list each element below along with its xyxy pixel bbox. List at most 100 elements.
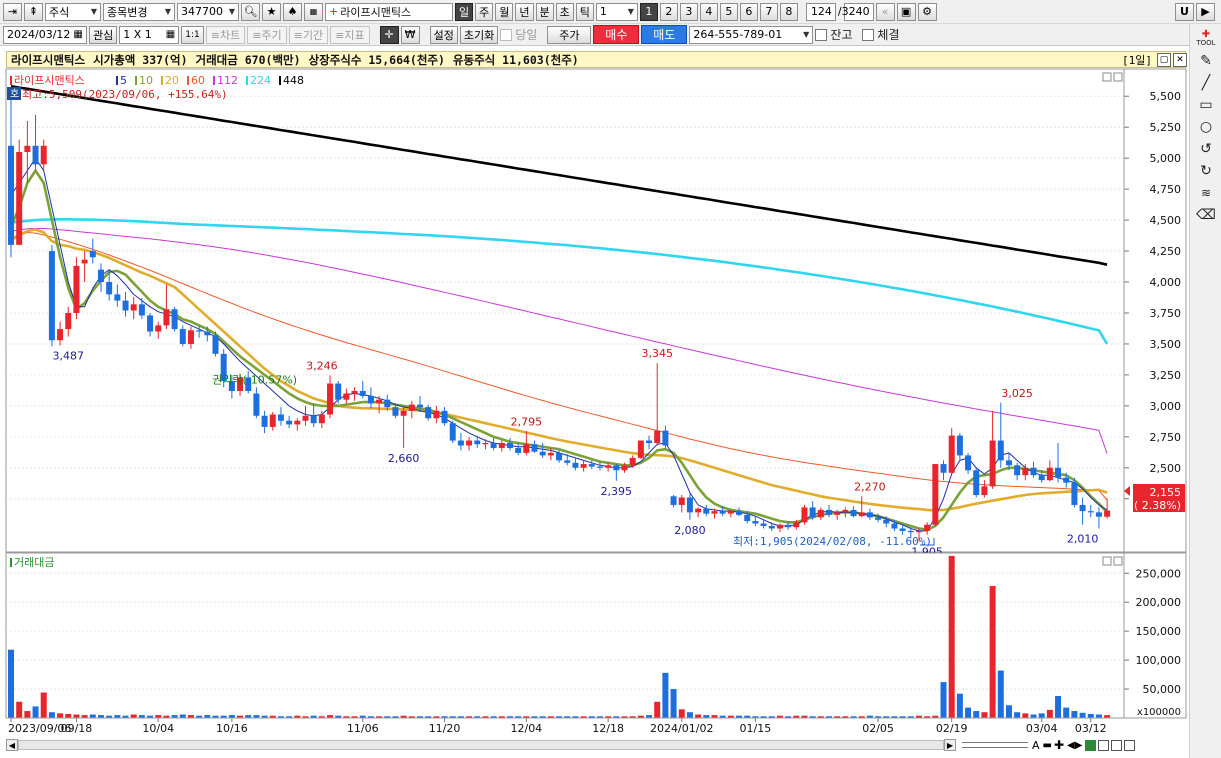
date-tick-label: 2024/01/02: [650, 722, 713, 735]
price-tick-label: 2,750: [1150, 431, 1182, 444]
current-price-change: ( 2.38%): [1134, 499, 1181, 512]
candle-body: [785, 524, 792, 528]
price-annotation: 2,660: [388, 452, 420, 465]
candlestick: [48, 244, 55, 347]
price-annotation: 2,395: [601, 485, 633, 498]
scroll-left-icon[interactable]: ◀: [6, 739, 18, 751]
candle-body: [114, 294, 121, 301]
price-tick-label: 3,000: [1150, 400, 1182, 413]
price-tick-label: 4,000: [1150, 276, 1182, 289]
candle-body: [564, 460, 571, 463]
volume-bar: [73, 714, 80, 718]
volume-bar: [1095, 714, 1102, 718]
legend-swatch: [116, 76, 118, 85]
zoom-in-icon[interactable]: ✚: [1054, 738, 1064, 752]
zoom-out-icon[interactable]: ▬: [1043, 740, 1052, 751]
horizontal-scrollbar[interactable]: ◀ ▶ A ▬ ✚ ◀ ▶: [6, 738, 1186, 752]
candle-body: [596, 466, 603, 468]
volume-bar: [940, 682, 947, 718]
candle-body: [482, 443, 489, 445]
candle-body: [613, 465, 620, 471]
step-left-icon[interactable]: ◀: [1067, 740, 1075, 751]
circle-tool-icon[interactable]: ○: [1197, 118, 1215, 136]
candlestick: [801, 504, 808, 525]
current-price-tag: 2,155 ( 2.38%): [1124, 484, 1185, 512]
save-chart-icon[interactable]: [1098, 739, 1110, 751]
line-tool-icon[interactable]: ╱: [1197, 74, 1215, 92]
candle-body: [1063, 477, 1070, 483]
volume-legend-label: 거래대금: [14, 556, 54, 569]
candle-body: [842, 509, 849, 513]
volume-tick-label: 250,000: [1136, 567, 1182, 580]
candle-body: [24, 145, 31, 152]
scroll-right-icon[interactable]: ▶: [944, 739, 956, 751]
price-annotation: 2,080: [674, 524, 706, 537]
candle-body: [834, 512, 841, 515]
candle-body: [646, 440, 653, 444]
date-tick-label: 03/04: [1026, 722, 1058, 735]
info-badge-text: 호: [10, 88, 19, 100]
candle-body: [1079, 504, 1086, 512]
fibonacci-tool-icon[interactable]: ≋: [1197, 184, 1215, 202]
candle-body: [801, 507, 808, 523]
tool-label: ✚ TOOL: [1194, 30, 1218, 48]
candle-body: [506, 443, 513, 448]
candle-body: [212, 335, 219, 354]
eraser-icon[interactable]: ⌫: [1196, 206, 1216, 224]
print-icon[interactable]: [1111, 739, 1123, 751]
volume-tick-label: 100,000: [1136, 654, 1182, 667]
candle-body: [457, 440, 464, 446]
expand-icon[interactable]: [1124, 739, 1136, 751]
scroll-track[interactable]: [18, 740, 944, 750]
candle-body: [359, 391, 366, 396]
pencil-icon[interactable]: ✎: [1197, 52, 1215, 70]
redo-icon[interactable]: ↻: [1197, 162, 1215, 180]
candle-body: [73, 265, 80, 313]
candle-body: [670, 496, 677, 505]
candle-body: [171, 309, 178, 330]
candle-body: [981, 486, 988, 496]
price-tick-label: 4,500: [1150, 214, 1182, 227]
volume-bar: [981, 712, 988, 718]
chart-canvas[interactable]: 3,487 3,246 권리락(-10.57%) 2,660 2,795 2,395 3,3…: [0, 0, 1189, 758]
date-tick-label: 01/15: [740, 722, 772, 735]
step-right-icon[interactable]: ▶: [1075, 740, 1083, 751]
price-annotation: 2,010: [1067, 532, 1099, 545]
candle-body: [965, 455, 972, 471]
excel-icon[interactable]: [1085, 739, 1097, 751]
volume-tick-label: 200,000: [1136, 596, 1182, 609]
price-tick-label: 2,500: [1150, 462, 1182, 475]
candle-body: [678, 497, 685, 505]
volume-legend-swatch: [10, 558, 12, 567]
date-tick-label: 11/06: [347, 722, 379, 735]
price-tick-label: 5,000: [1150, 152, 1182, 165]
play-icon[interactable]: ▶: [1196, 2, 1215, 21]
candle-body: [948, 435, 955, 473]
candle-body: [474, 440, 481, 445]
candle-body: [8, 145, 14, 245]
candle-body: [556, 452, 563, 461]
rectangle-tool-icon[interactable]: ▭: [1197, 96, 1215, 114]
date-tick-label: 02/05: [862, 722, 894, 735]
candle-body: [907, 530, 914, 533]
text-size-icon[interactable]: A: [1032, 739, 1043, 752]
candle-body: [1071, 482, 1078, 505]
volume-bar: [1046, 709, 1053, 718]
volume-tick-label: 150,000: [1136, 625, 1182, 638]
undo-icon[interactable]: ↺: [1197, 140, 1215, 158]
candle-body: [1095, 512, 1102, 517]
candle-body: [727, 511, 734, 514]
volume-bar: [24, 711, 31, 718]
high-note: 최고:5,509(2023/09/06, +155.64%): [22, 88, 228, 101]
candle-body: [32, 145, 39, 165]
candle-body: [155, 325, 162, 332]
candle-body: [367, 395, 374, 404]
volume-bar: [997, 670, 1004, 718]
candle-body: [588, 464, 595, 467]
volume-bar: [1087, 713, 1094, 718]
price-annotation: 권리락(-10.57%): [212, 374, 297, 387]
zoom-slider[interactable]: [962, 742, 1028, 748]
candle-body: [106, 282, 113, 295]
legend-label: 448: [283, 74, 304, 87]
candle-body: [523, 444, 530, 453]
